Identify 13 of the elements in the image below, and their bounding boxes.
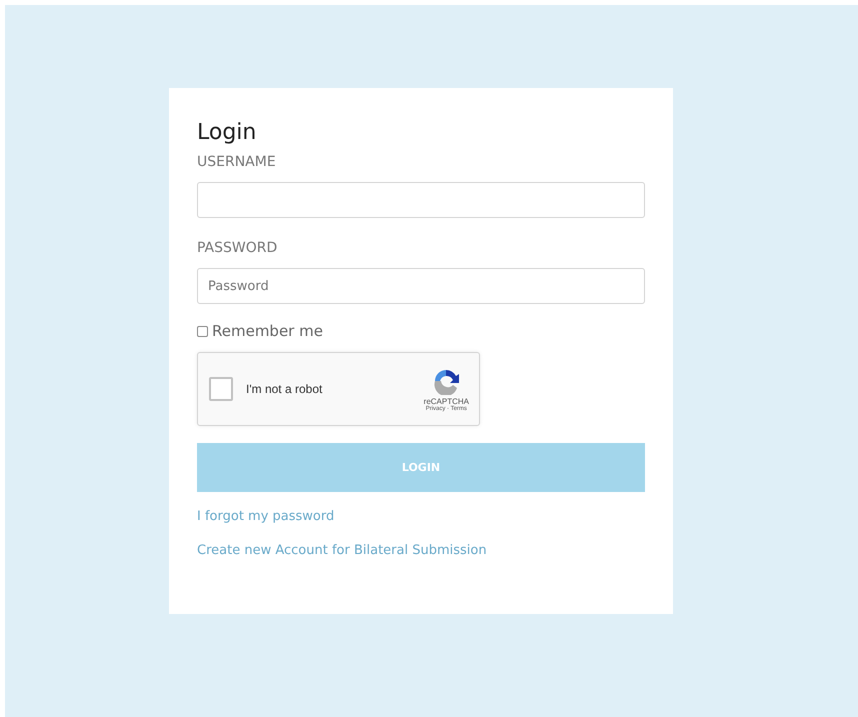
captcha-brand: reCAPTCHA bbox=[424, 396, 469, 406]
login-button[interactable]: LOGIN bbox=[197, 443, 645, 492]
create-account-link[interactable]: Create new Account for Bilateral Submission bbox=[197, 543, 487, 558]
password-field[interactable]: Password bbox=[197, 268, 645, 304]
username-field[interactable] bbox=[197, 182, 645, 218]
captcha-label: I'm not a robot bbox=[246, 382, 324, 396]
captcha-checkbox[interactable] bbox=[209, 377, 233, 401]
login-title: Login bbox=[197, 119, 258, 147]
field-label: USERNAME bbox=[197, 153, 277, 172]
forgot-password-link[interactable]: I forgot my password bbox=[197, 509, 334, 524]
remember-checkbox[interactable] bbox=[197, 326, 208, 336]
remember-label: Remember me bbox=[212, 322, 323, 340]
field-label: PASSWORD bbox=[197, 239, 278, 258]
